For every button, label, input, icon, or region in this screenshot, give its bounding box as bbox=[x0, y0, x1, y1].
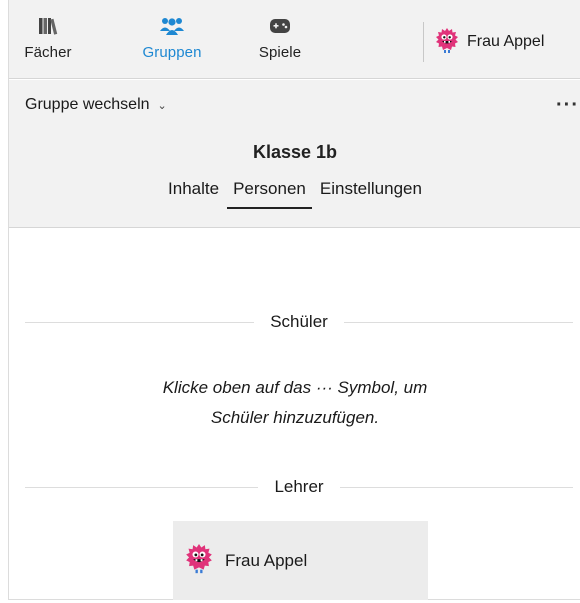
group-header: Gruppe wechseln ⌄ ··· Klasse 1b Inhalte … bbox=[9, 80, 580, 228]
tab-einstellungen[interactable]: Einstellungen bbox=[314, 179, 428, 209]
students-section-heading: Schüler bbox=[25, 312, 574, 332]
group-tabs: Inhalte Personen Einstellungen bbox=[9, 179, 580, 209]
user-menu-button[interactable]: Frau Appel bbox=[435, 27, 545, 58]
nav-item-spiele[interactable]: Spiele bbox=[245, 14, 315, 66]
teachers-heading: Lehrer bbox=[274, 477, 324, 496]
monster-avatar-icon bbox=[185, 542, 213, 579]
page-title: Klasse 1b bbox=[252, 142, 338, 162]
nav-item-gruppen[interactable]: Gruppen bbox=[131, 14, 213, 66]
teacher-name: Frau Appel bbox=[225, 550, 308, 570]
students-empty-hint: Klicke oben auf das ··· Symbol, um Schül… bbox=[9, 373, 580, 433]
teacher-card[interactable]: Frau Appel bbox=[173, 521, 428, 600]
nav-item-label: Gruppen bbox=[142, 44, 202, 61]
more-options-button[interactable]: ··· bbox=[556, 94, 579, 117]
top-navigation-bar: Fächer Gruppen Spiele Frau Appel bbox=[9, 0, 580, 79]
teachers-section-heading: Lehrer bbox=[25, 477, 574, 497]
divider bbox=[339, 486, 574, 488]
divider bbox=[25, 486, 259, 488]
divider bbox=[343, 321, 574, 323]
books-icon bbox=[38, 14, 58, 38]
nav-item-label: Fächer bbox=[24, 44, 72, 61]
hint-line: Klicke oben auf das ··· Symbol, um bbox=[162, 378, 428, 397]
students-heading: Schüler bbox=[270, 312, 328, 331]
switch-group-dropdown[interactable]: Gruppe wechseln ⌄ bbox=[25, 96, 167, 114]
tab-personen[interactable]: Personen bbox=[227, 179, 312, 209]
app-window: Fächer Gruppen Spiele Frau Appel Gruppe … bbox=[8, 0, 580, 600]
divider bbox=[25, 321, 255, 323]
nav-divider bbox=[423, 22, 424, 62]
hint-line: Schüler hinzuzufügen. bbox=[210, 408, 380, 427]
group-icon bbox=[159, 14, 185, 38]
tab-inhalte[interactable]: Inhalte bbox=[162, 179, 225, 209]
nav-item-label: Spiele bbox=[258, 44, 302, 61]
switch-group-label: Gruppe wechseln bbox=[25, 96, 150, 113]
nav-item-faecher[interactable]: Fächer bbox=[9, 14, 87, 66]
chevron-down-icon: ⌄ bbox=[157, 99, 167, 112]
user-name: Frau Appel bbox=[467, 33, 545, 50]
gamepad-icon bbox=[269, 14, 291, 38]
monster-avatar-icon bbox=[435, 27, 459, 58]
